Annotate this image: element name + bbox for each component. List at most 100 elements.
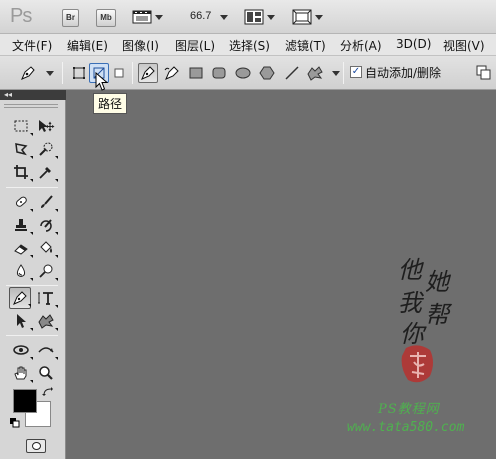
3d-orbit-tool[interactable] — [35, 339, 58, 361]
brush-tool[interactable] — [35, 191, 58, 213]
auto-add-delete-checkbox[interactable]: ✓ — [350, 66, 362, 78]
polygon-icon — [259, 66, 275, 80]
quick-mask-icon — [32, 442, 41, 450]
blur-drop-icon — [16, 264, 26, 277]
menu-file[interactable]: 文件(F) — [12, 37, 52, 54]
3d-rotate-icon — [13, 345, 29, 355]
quick-selection-icon — [39, 142, 53, 156]
lasso-tool[interactable] — [10, 138, 33, 160]
move-tool[interactable] — [35, 115, 57, 137]
panel-grip[interactable] — [4, 104, 58, 108]
menu-bar: 文件(F) 编辑(E) 图像(I) 图层(L) 选择(S) 滤镜(T) 分析(A… — [0, 34, 496, 56]
menu-3d[interactable]: 3D(D) — [396, 37, 431, 51]
menu-filter[interactable]: 滤镜(T) — [285, 37, 326, 54]
photoshop-logo: Ps — [10, 5, 32, 27]
dodge-tool[interactable] — [35, 260, 58, 282]
menu-analysis[interactable]: 分析(A) — [340, 37, 382, 54]
custom-shape-icon — [38, 314, 54, 329]
menu-select[interactable]: 选择(S) — [229, 37, 270, 54]
line-icon — [285, 66, 299, 80]
menu-image[interactable]: 图像(I) — [122, 37, 159, 54]
history-brush-icon — [40, 219, 52, 232]
move-icon — [39, 120, 55, 132]
history-brush-tool[interactable] — [35, 214, 58, 236]
screen-mode-button[interactable] — [292, 8, 324, 28]
line-shape-button[interactable] — [282, 63, 302, 83]
zoom-tool[interactable] — [35, 362, 57, 384]
3d-rotate-tool[interactable] — [10, 339, 33, 361]
quick-selection-tool[interactable] — [35, 138, 58, 160]
shape-layers-mode-button[interactable] — [69, 63, 89, 83]
divider — [6, 335, 58, 336]
eraser-icon — [14, 244, 28, 255]
view-extras-button[interactable] — [132, 8, 164, 28]
watermark-calligraphy-char: 帮 — [425, 301, 449, 329]
watermark-calligraphy-char: 她 — [425, 268, 449, 296]
menu-view[interactable]: 视图(V) — [443, 37, 485, 54]
blur-tool[interactable] — [10, 260, 33, 282]
swap-colors-icon[interactable] — [42, 386, 54, 398]
paint-bucket-tool[interactable] — [35, 237, 58, 259]
hand-tool[interactable] — [10, 362, 33, 384]
freeform-pen-option-button[interactable] — [162, 63, 182, 83]
rectangle-shape-button[interactable] — [186, 63, 206, 83]
type-tool[interactable] — [35, 287, 58, 309]
rounded-rectangle-icon — [212, 67, 226, 79]
pen-tool-icon — [21, 66, 35, 80]
zoom-magnifier-icon — [39, 366, 53, 380]
mouse-cursor-icon — [95, 72, 109, 91]
foreground-color-swatch[interactable] — [13, 389, 37, 413]
shape-layers-icon — [73, 67, 85, 79]
eraser-tool[interactable] — [10, 237, 33, 259]
arrange-documents-icon — [244, 9, 264, 25]
spot-healing-brush-icon — [15, 196, 27, 207]
arrange-documents-button[interactable] — [244, 8, 276, 28]
path-selection-tool[interactable] — [10, 310, 33, 332]
fill-pixels-mode-button[interactable] — [109, 63, 129, 83]
red-seal-stamp-icon — [401, 345, 433, 383]
default-colors-icon[interactable] — [10, 418, 20, 428]
3d-orbit-icon — [38, 347, 54, 353]
freeform-pen-icon — [164, 66, 179, 80]
chevron-down-icon — [155, 15, 163, 20]
application-bar: Ps Br Mb 66.7 — [0, 0, 496, 34]
quick-mask-button[interactable] — [26, 439, 46, 453]
fill-pixels-icon — [114, 68, 124, 78]
launch-minibridge-button[interactable]: Mb — [96, 9, 116, 27]
menu-layer[interactable]: 图层(L) — [175, 37, 215, 54]
dodge-icon — [39, 264, 53, 278]
film-strip-icon — [132, 10, 152, 24]
pen-tool[interactable] — [9, 287, 31, 309]
horizontal-type-icon — [38, 292, 53, 305]
healing-brush-tool[interactable] — [10, 191, 33, 213]
clone-stamp-tool[interactable] — [10, 214, 33, 236]
screen-mode-icon — [292, 9, 312, 25]
options-bar-edge-button[interactable] — [476, 65, 492, 81]
ellipse-shape-button[interactable] — [233, 63, 253, 83]
custom-shape-button[interactable] — [305, 63, 325, 83]
tools-panel-collapse-toggle[interactable]: ◂◂ — [0, 90, 66, 100]
polygon-shape-button[interactable] — [257, 63, 277, 83]
marquee-tool[interactable] — [10, 115, 33, 137]
shape-options-chevron-icon[interactable] — [332, 71, 340, 76]
pen-tool-icon — [141, 66, 155, 80]
tool-preset-picker[interactable] — [18, 63, 38, 83]
pen-tool-icon — [13, 291, 27, 305]
pen-tool-option-button[interactable] — [138, 63, 158, 83]
hand-icon — [14, 366, 27, 380]
zoom-level[interactable]: 66.7 — [190, 10, 211, 22]
custom-shape-tool[interactable] — [35, 310, 58, 332]
crop-tool[interactable] — [10, 161, 33, 183]
divider — [6, 285, 58, 286]
menu-edit[interactable]: 编辑(E) — [67, 37, 108, 54]
clone-stamp-icon — [15, 219, 27, 231]
chevron-down-icon — [315, 15, 323, 20]
launch-bridge-button[interactable]: Br — [62, 9, 79, 27]
zoom-dropdown-chevron-icon[interactable] — [220, 15, 228, 20]
eyedropper-tool[interactable] — [35, 161, 58, 183]
ellipse-icon — [235, 67, 251, 79]
rounded-rectangle-shape-button[interactable] — [209, 63, 229, 83]
chevron-down-icon[interactable] — [46, 71, 54, 76]
divider — [343, 62, 344, 84]
paint-bucket-icon — [40, 241, 52, 253]
